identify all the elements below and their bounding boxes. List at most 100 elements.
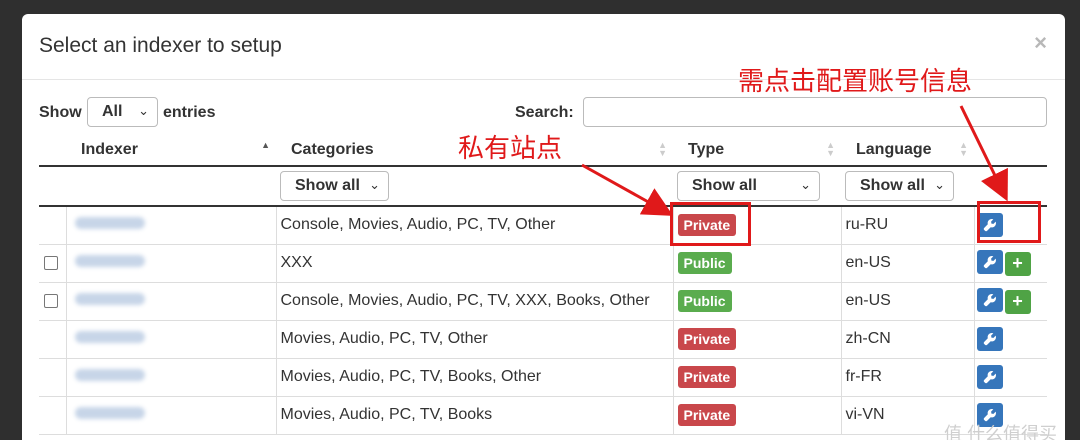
indexer-name-link[interactable] <box>74 217 145 230</box>
indexer-name-cell <box>66 320 277 359</box>
chevron-down-icon: ⌄ <box>934 177 945 192</box>
select-cell <box>39 358 67 397</box>
language-cell: zh-CN <box>841 320 975 359</box>
language-filter-value: Show all <box>860 177 925 194</box>
language-cell: en-US <box>841 282 975 321</box>
configure-indexer-button[interactable] <box>976 365 1003 389</box>
wrench-icon <box>983 256 996 269</box>
indexer-table: Indexer ▲ Categories ▲ ▼ Type ▲ ▼ Language… <box>39 134 1047 435</box>
actions-cell: + <box>974 244 1047 283</box>
column-header-label: Indexer <box>81 140 138 158</box>
configure-indexer-button[interactable] <box>976 288 1003 313</box>
categories-filter-select[interactable]: Show all ⌄ <box>280 171 389 201</box>
sort-arrows-icon: ▲ ▼ <box>959 140 968 158</box>
indexer-name-cell <box>66 358 277 397</box>
indexer-name-cell <box>66 396 277 435</box>
language-cell: fr-FR <box>841 358 975 397</box>
configure-indexer-button[interactable] <box>976 250 1003 275</box>
actions-cell: + <box>974 282 1047 321</box>
select-column-header <box>39 134 66 167</box>
column-header-language[interactable]: Language ▲ ▼ <box>841 134 974 167</box>
entries-length-select[interactable]: All ⌄ <box>87 97 158 127</box>
select-cell <box>39 282 67 321</box>
select-cell <box>39 320 67 359</box>
table-row: Movies, Audio, PC, TV, Books, Other Priv… <box>39 358 1047 397</box>
indexer-name-cell <box>66 206 277 245</box>
sort-arrows-icon: ▲ ▼ <box>826 140 835 158</box>
indexer-rows: Console, Movies, Audio, PC, TV, Other Pr… <box>39 206 1047 435</box>
highlight-private-badge <box>670 202 751 246</box>
type-cell: Private <box>673 396 842 435</box>
chevron-down-icon: ⌄ <box>800 177 811 192</box>
chevron-down-icon: ⌄ <box>138 103 149 118</box>
indexer-name-link[interactable] <box>74 369 145 381</box>
actions-cell <box>974 320 1047 359</box>
categories-filter-value: Show all <box>295 177 360 194</box>
watermark: 值 什么值得买 <box>943 424 1057 440</box>
language-cell: en-US <box>841 244 975 283</box>
chevron-down-icon: ⌄ <box>369 177 380 192</box>
indexer-name-cell <box>66 244 277 283</box>
categories-cell: Movies, Audio, PC, TV, Books <box>276 396 674 435</box>
row-checkbox[interactable] <box>44 294 58 308</box>
column-header-label: Language <box>856 140 932 158</box>
wrench-icon <box>983 371 996 384</box>
close-button[interactable]: × <box>1034 30 1047 56</box>
type-badge: Private <box>677 328 737 350</box>
annotation-configure-account: 需点击配置账号信息 <box>738 66 973 96</box>
sort-asc-icon: ▲ <box>261 140 270 150</box>
actions-cell <box>974 358 1047 397</box>
search-input[interactable] <box>583 97 1047 127</box>
indexer-name-cell <box>66 282 277 321</box>
categories-cell: Console, Movies, Audio, PC, TV, XXX, Boo… <box>276 282 674 321</box>
modal-title: Select an indexer to setup <box>39 34 282 57</box>
categories-cell: Console, Movies, Audio, PC, TV, Other <box>276 206 674 245</box>
language-cell: ru-RU <box>841 206 975 245</box>
type-cell: Private <box>673 320 842 359</box>
select-cell <box>39 396 67 435</box>
column-header-type[interactable]: Type ▲ ▼ <box>673 134 841 167</box>
show-label: Show <box>39 104 82 121</box>
select-cell <box>39 244 67 283</box>
indexer-name-link[interactable] <box>74 293 145 305</box>
type-filter-select[interactable]: Show all ⌄ <box>677 171 820 201</box>
column-header-label: Categories <box>291 140 374 158</box>
wrench-icon <box>983 294 996 307</box>
type-badge: Private <box>677 404 737 426</box>
categories-cell: Movies, Audio, PC, TV, Books, Other <box>276 358 674 397</box>
type-cell: Public <box>673 244 842 283</box>
configure-indexer-button[interactable] <box>976 327 1003 351</box>
indexer-name-link[interactable] <box>74 255 145 267</box>
indexer-name-link[interactable] <box>74 407 145 419</box>
table-row: Movies, Audio, PC, TV, Books Private vi-… <box>39 396 1047 435</box>
row-checkbox[interactable] <box>44 256 58 270</box>
select-cell <box>39 206 67 245</box>
column-header-label: Type <box>688 140 725 158</box>
indexer-name-link[interactable] <box>74 331 145 343</box>
actions-column-header <box>974 134 1047 167</box>
table-row: Console, Movies, Audio, PC, TV, Other Pr… <box>39 206 1047 245</box>
table-row: Movies, Audio, PC, TV, Other Private zh-… <box>39 320 1047 359</box>
table-row: Console, Movies, Audio, PC, TV, XXX, Boo… <box>39 282 1047 321</box>
language-filter-select[interactable]: Show all ⌄ <box>845 171 954 201</box>
search-label: Search: <box>515 104 574 121</box>
type-filter-value: Show all <box>692 177 757 194</box>
sort-arrows-icon: ▲ ▼ <box>658 140 667 158</box>
add-indexer-button[interactable]: + <box>1004 289 1031 314</box>
highlight-configure-button <box>977 201 1041 243</box>
type-cell: Public <box>673 282 842 321</box>
type-cell: Private <box>673 358 842 397</box>
table-row: XXX Public en-US + <box>39 244 1047 283</box>
annotation-private-site: 私有站点 <box>458 133 563 163</box>
type-badge: Public <box>677 252 732 274</box>
add-indexer-button[interactable]: + <box>1004 251 1031 276</box>
wrench-icon <box>983 333 996 346</box>
type-badge: Public <box>677 290 732 312</box>
table-controls: Show All ⌄ entries Search: <box>22 97 1065 130</box>
plus-icon: + <box>1012 291 1023 312</box>
plus-icon: + <box>1012 253 1023 274</box>
filter-row: Show all ⌄ Show all ⌄ Show all ⌄ <box>39 166 1047 207</box>
column-header-indexer[interactable]: Indexer ▲ <box>66 134 276 167</box>
categories-cell: XXX <box>276 244 674 283</box>
entries-label: entries <box>163 104 216 121</box>
